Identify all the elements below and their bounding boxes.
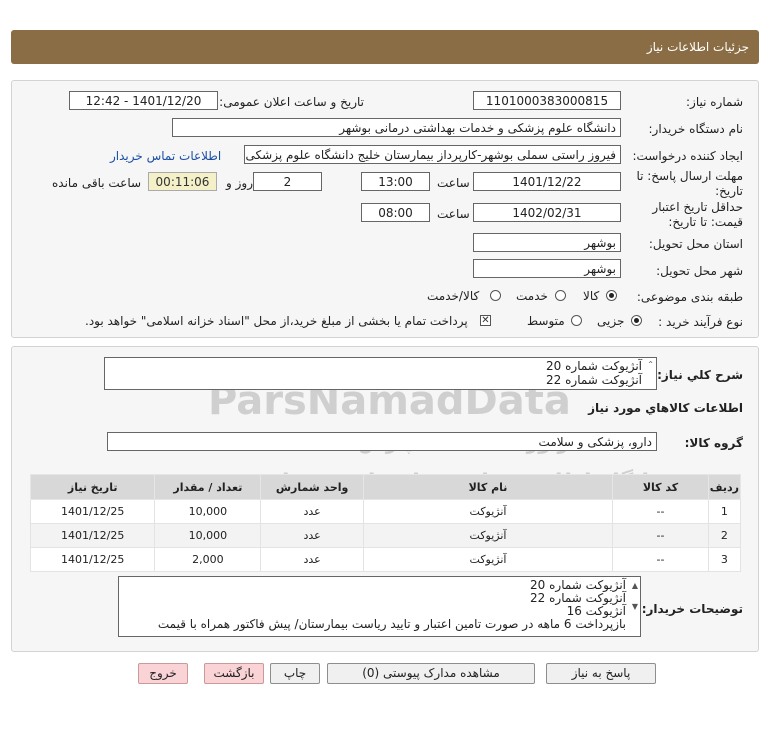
deadline-date-field: 1401/12/22	[473, 172, 621, 191]
table-row: 2 -- آنژیوکت عدد 10,000 1401/12/25	[29, 523, 742, 548]
summary-label: شرح کلي نياز:	[657, 368, 743, 382]
cell-quantity: 10,000	[154, 499, 262, 524]
page-title: جزئیات اطلاعات نیاز	[646, 40, 749, 54]
table-header-row: ردیف کد کالا نام کالا واحد شمارش تعداد /…	[29, 474, 742, 500]
validity-date-field: 1402/02/31	[473, 203, 621, 222]
buyer-notes-label: توضیحات خریدار:	[641, 602, 743, 616]
cell-unit: عدد	[260, 523, 364, 548]
city-label: شهر محل تحویل:	[656, 264, 743, 278]
process-label: نوع فرآیند خرید :	[658, 315, 743, 329]
remaining-label: ساعت باقی مانده	[52, 176, 142, 190]
deadline-label-2: تاریخ:	[715, 184, 743, 198]
cell-quantity: 10,000	[154, 523, 262, 548]
days-field: 2	[253, 172, 322, 191]
payment-note: پرداخت تمام یا بخشی از مبلغ خرید،از محل …	[85, 314, 468, 328]
notes-line-2: آنژیوکت شماره 22	[530, 591, 626, 605]
process-medium-radio[interactable]	[571, 315, 582, 326]
process-minor-label: جزیی	[597, 314, 625, 328]
contact-buyer-link[interactable]: اطلاعات تماس خریدار	[110, 149, 221, 163]
notes-line-4: بازپرداخت 6 ماهه در صورت تامین اعتبار و …	[157, 617, 626, 631]
validity-time-field: 08:00	[361, 203, 430, 222]
validity-time-label: ساعت	[437, 207, 470, 221]
cell-name: آنژیوکت	[362, 547, 614, 572]
goods-group-label: گروه کالا:	[684, 436, 743, 450]
cell-date: 1401/12/25	[29, 499, 156, 524]
announce-field: 1401/12/20 - 12:42	[69, 91, 218, 110]
process-medium-label: متوسط	[527, 314, 565, 328]
buyer-notes-field[interactable]: آنژیوکت شماره 20 آنژیوکت شماره 22 آنژیوک…	[118, 576, 641, 637]
city-field: بوشهر	[473, 259, 621, 278]
requester-label: ایجاد کننده درخواست:	[632, 149, 743, 163]
back-button[interactable]: بازگشت	[204, 663, 264, 684]
cell-name: آنژیوکت	[362, 523, 614, 548]
table-row: 1 -- آنژیوکت عدد 10,000 1401/12/25	[29, 499, 742, 524]
province-label: استان محل تحویل:	[648, 237, 743, 251]
deadline-time-label: ساعت	[437, 176, 470, 190]
buyer-org-label: نام دستگاه خریدار:	[648, 122, 744, 136]
category-both-radio[interactable]	[490, 290, 501, 301]
category-goods-radio[interactable]	[606, 290, 617, 301]
col-unit: واحد شمارش	[260, 474, 364, 500]
col-quantity: تعداد / مقدار	[154, 474, 262, 500]
cell-row: 3	[707, 547, 742, 572]
cell-code: --	[612, 547, 709, 572]
category-service-radio[interactable]	[555, 290, 566, 301]
category-goods-label: کالا	[583, 289, 600, 303]
goods-info-label: اطلاعات کالاهاي مورد نياز	[588, 401, 743, 415]
cell-date: 1401/12/25	[29, 547, 156, 572]
days-label: روز و	[226, 176, 253, 190]
need-number-field: 1101000383000815	[473, 91, 621, 110]
col-name: نام کالا	[362, 474, 614, 500]
notes-scroll-up-icon[interactable]: ▲	[632, 579, 638, 592]
cell-name: آنژیوکت	[362, 499, 614, 524]
col-date: تاریخ نیاز	[29, 474, 156, 500]
treasury-checkbox[interactable]: ✕	[480, 315, 491, 326]
notes-scroll-down-icon[interactable]: ▼	[632, 600, 638, 613]
col-row: ردیف	[707, 474, 742, 500]
process-minor-radio[interactable]	[631, 315, 642, 326]
cell-unit: عدد	[260, 499, 364, 524]
deadline-label: مهلت ارسال پاسخ: تا	[636, 169, 743, 183]
cell-row: 1	[707, 499, 742, 524]
reply-button[interactable]: پاسخ به نیاز	[546, 663, 656, 684]
page-header: جزئیات اطلاعات نیاز	[11, 30, 759, 64]
category-label: طبقه بندی موضوعی:	[636, 290, 743, 304]
summary-line-2: آنژیوکت شماره 22	[546, 373, 642, 387]
category-service-label: خدمت	[516, 289, 548, 303]
cell-unit: عدد	[260, 547, 364, 572]
cell-date: 1401/12/25	[29, 523, 156, 548]
cell-code: --	[612, 499, 709, 524]
exit-button[interactable]: خروج	[138, 663, 188, 684]
remaining-time-field: 00:11:06	[148, 172, 217, 191]
buyer-org-field: دانشگاه علوم پزشکی و خدمات بهداشتی درمان…	[172, 118, 621, 137]
category-both-label: کالا/خدمت	[427, 289, 480, 303]
requester-field: فیروز راستی سملی بوشهر-کارپرداز بیمارستا…	[244, 145, 621, 164]
attachments-button[interactable]: مشاهده مدارک پیوستی (0)	[327, 663, 535, 684]
goods-group-field: دارو، پزشکی و سلامت	[107, 432, 657, 451]
col-code: کد کالا	[612, 474, 709, 500]
scroll-up-icon[interactable]: ⌃	[647, 358, 654, 372]
province-field: بوشهر	[473, 233, 621, 252]
cell-quantity: 2,000	[154, 547, 262, 572]
validity-label: حداقل تاریخ اعتبار	[652, 200, 743, 214]
deadline-time-field: 13:00	[361, 172, 430, 191]
summary-line-1: آنژیوکت شماره 20	[546, 359, 642, 373]
announce-label: تاریخ و ساعت اعلان عمومی:	[219, 95, 364, 109]
summary-field: آنژیوکت شماره 20 آنژیوکت شماره 22 ⌃	[104, 357, 657, 390]
table-row: 3 -- آنژیوکت عدد 2,000 1401/12/25	[29, 547, 742, 572]
need-number-label: شماره نیاز:	[686, 95, 743, 109]
cell-code: --	[612, 523, 709, 548]
goods-table: ردیف کد کالا نام کالا واحد شمارش تعداد /…	[29, 474, 742, 572]
validity-label-2: قیمت: تا تاریخ:	[668, 215, 743, 229]
print-button[interactable]: چاپ	[270, 663, 320, 684]
cell-row: 2	[707, 523, 742, 548]
